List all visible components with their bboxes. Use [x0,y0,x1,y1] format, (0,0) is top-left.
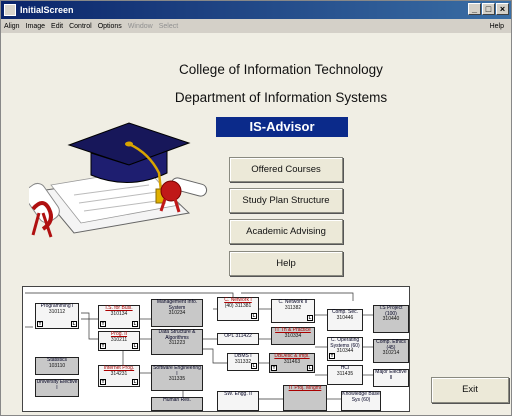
course-programming-1[interactable]: Programming I 310112 T L [35,303,79,329]
course-major-elective-2[interactable]: Major Elective II [373,369,409,387]
menu-help[interactable]: Help [487,23,507,30]
offered-courses-button[interactable]: Offered Courses [229,157,343,182]
study-plan-structure-button[interactable]: Study Plan Structure [229,188,343,213]
course-data-structure-algorithms[interactable]: Data Structure & Algorithms 311223 [151,329,203,355]
menu-window: Window [127,22,153,30]
menu-align[interactable]: Align [1,23,23,30]
college-title: College of Information Technology [179,62,383,77]
lab-marker: L [132,343,138,349]
theory-marker: T [100,343,106,349]
study-plan-structure-chart: Programming I 310112 T L I.S. for Busi. … [22,286,410,412]
course-comp-security[interactable]: Comp. Sec. 310446 [327,309,363,331]
academic-advising-button[interactable]: Academic Advising [229,219,343,244]
department-title: Department of Information Systems [174,90,388,105]
course-knowledge-base-systems[interactable]: Knowledge Base Sys (60) [341,391,381,411]
theory-marker: T [271,365,277,371]
graduation-cap-diploma-icon [29,122,208,238]
course-university-elective-1[interactable]: University Elective I [35,379,79,397]
menu-edit[interactable]: Edit [48,23,66,30]
window-title: InitialScreen [20,5,74,15]
maximize-button[interactable]: □ [482,3,495,15]
course-programming-2[interactable]: Prog. II 310211 T L [98,331,140,351]
course-c-network-1[interactable]: C. Network I (40) 311381 L [217,297,259,321]
lab-marker: L [251,313,257,319]
lab-marker: L [307,315,313,321]
theory-marker: T [329,353,335,359]
course-it-theory-practice[interactable]: IT Th & Practice 310334 [271,327,315,345]
window-controls: _ □ × [468,3,509,15]
menu-options[interactable]: Options [95,23,125,30]
course-human-resources[interactable]: Human Res. [151,397,203,411]
menu-select: Select [158,22,179,30]
title-bar[interactable]: InitialScreen _ □ × [1,1,511,19]
course-db-design-implementation[interactable]: DBDesc & Impl. 311463 T L [269,353,315,373]
main-window: InitialScreen _ □ × Align Image Edit Con… [0,0,512,416]
theory-marker: T [37,321,43,327]
menu-bar: Align Image Edit Control Options Window … [1,19,511,33]
course-management-info-system[interactable]: Management Info. System 310234 [151,299,203,327]
lab-marker: L [132,379,138,385]
close-button[interactable]: × [496,3,509,15]
lab-marker: L [132,321,138,327]
course-statistics[interactable]: Statistics 103110 [35,357,79,375]
course-it-project-management[interactable]: IT Proj. Mngmt [283,385,327,411]
course-opl[interactable]: OPL 311422 [217,333,259,345]
course-is-project[interactable]: I.S Project (100) 310440 [373,305,409,333]
course-internet-programming[interactable]: Internet Prog. 314231 T L [98,365,140,387]
app-brand-banner: IS-Advisor [216,117,348,137]
theory-marker: T [100,321,106,327]
course-c-network-2[interactable]: C. Network II 311382 L [271,299,315,323]
app-icon [4,4,16,16]
course-c-operating-systems[interactable]: C. Operating Systems (60) 310344 T [327,337,363,361]
theory-marker: T [100,379,106,385]
minimize-button[interactable]: _ [468,3,481,15]
course-comp-ethics[interactable]: Comp. Ethics (45) 310214 [373,339,409,363]
lab-marker: L [71,321,77,327]
help-button[interactable]: Help [229,251,343,276]
course-hci[interactable]: HCI 311435 [327,365,363,385]
lab-marker: L [307,365,313,371]
course-software-engineering-1[interactable]: Software Engineering I 311335 [151,365,203,391]
course-is-for-business[interactable]: I.S. for Busi. 310134 T L [98,305,140,329]
lab-marker: L [251,363,257,369]
course-sw-engineering-2[interactable]: SW. Engg. II [217,391,259,411]
menu-control[interactable]: Control [66,23,95,30]
course-dbms-1[interactable]: DBMS I 311332 L [227,353,259,371]
exit-button[interactable]: Exit [431,377,509,403]
menu-image[interactable]: Image [23,23,48,30]
